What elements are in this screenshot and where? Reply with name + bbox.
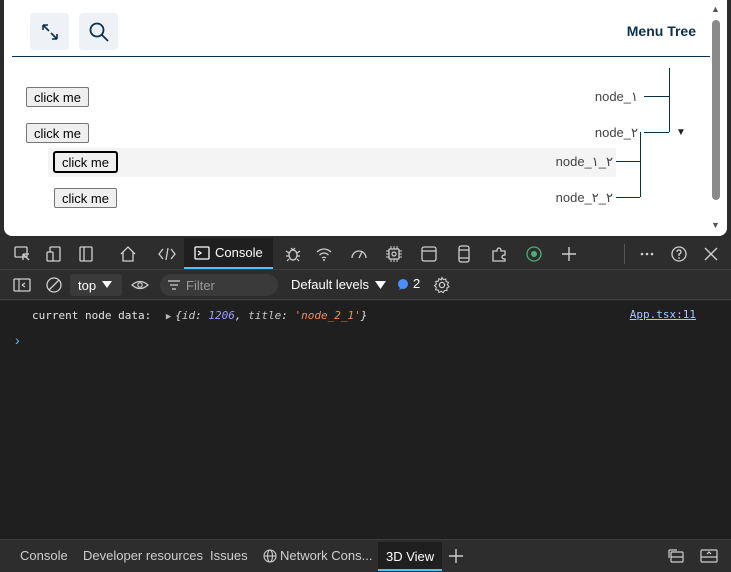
dropdown-arrow-icon [102, 281, 113, 288]
drawer-tab-console[interactable]: Console [20, 548, 68, 563]
node-2-1-click-button[interactable]: click me [53, 151, 118, 173]
tree-connector [616, 161, 640, 162]
tree-connector [644, 132, 669, 133]
context-select-value: top [78, 277, 97, 293]
node-2-2-click-button[interactable]: click me [54, 188, 117, 208]
log-levels-label: Default levels [291, 277, 370, 292]
node-2-click-button[interactable]: click me [26, 123, 89, 143]
close-drawer-icon[interactable] [699, 546, 719, 566]
tree-node-1[interactable]: node_١ [595, 89, 638, 105]
log-value-id: 1206 [208, 309, 235, 322]
react-devtools-icon[interactable] [524, 244, 544, 264]
devtools-drawer-tabs: Console Developer resources Issues Netwo… [0, 539, 731, 572]
extensions-puzzle-icon[interactable] [489, 244, 509, 264]
help-icon[interactable] [669, 244, 689, 264]
tree-connector [669, 68, 670, 132]
console-filter-input[interactable]: Filter [160, 274, 278, 296]
drawer-tab-developer-resources[interactable]: Developer resources [83, 548, 203, 563]
expand-button[interactable] [30, 13, 69, 50]
log-object-preview[interactable]: {id: 1206, title: 'node_2_1'} [175, 309, 367, 322]
performance-gauge-icon[interactable] [349, 244, 369, 264]
filter-icon [168, 280, 180, 290]
search-button[interactable] [79, 13, 118, 50]
scroll-down-icon[interactable]: ▼ [711, 220, 720, 230]
inspect-element-icon[interactable] [12, 244, 32, 264]
drawer-tab-issues[interactable]: Issues [210, 548, 248, 563]
expand-icon [41, 23, 58, 40]
tree-node-2-2[interactable]: node_٢_٢ [556, 190, 613, 206]
expand-object-icon[interactable]: ▶ [166, 312, 171, 322]
menu-tree-title: Menu Tree [626, 23, 696, 39]
add-drawer-tab-plus-icon[interactable] [446, 546, 466, 566]
console-settings-gear-icon[interactable] [432, 275, 452, 295]
tree-node-2[interactable]: node_٢ [595, 125, 638, 141]
tree-connector [644, 96, 669, 97]
more-tools-plus-icon[interactable] [559, 244, 579, 264]
console-filter-bar: top Filter Default levels 2 [0, 270, 731, 300]
clear-console-icon[interactable] [44, 275, 64, 295]
log-message-text: current node data: [32, 309, 152, 322]
console-log-entry[interactable]: current node data: ▶ {id: 1206, title: 'n… [32, 309, 367, 322]
console-icon [194, 245, 210, 260]
globe-icon [263, 548, 277, 563]
search-icon [89, 22, 109, 42]
elements-tab-icon[interactable] [157, 244, 177, 264]
device-emulation-icon[interactable] [44, 244, 64, 264]
drawer-tab-3d-view[interactable]: 3D View [378, 542, 443, 571]
node-1-click-button[interactable]: click me [26, 87, 89, 107]
context-select[interactable]: top [70, 274, 122, 296]
console-sidebar-icon[interactable] [12, 275, 32, 295]
close-devtools-icon[interactable] [701, 244, 721, 264]
scroll-up-icon[interactable]: ▲ [711, 4, 720, 14]
console-output[interactable]: current node data: ▶ {id: 1206, title: 'n… [0, 301, 731, 539]
application-panel-icon[interactable] [419, 244, 439, 264]
welcome-home-icon[interactable] [118, 244, 138, 264]
sidebar-toggle-icon[interactable] [76, 244, 96, 264]
collapse-caret-icon[interactable]: ▼ [676, 127, 686, 138]
log-brace-open: { [175, 309, 182, 322]
live-expression-eye-icon[interactable] [130, 275, 150, 295]
devtools-toolbar: Console [0, 238, 731, 270]
issues-count-value: 2 [413, 276, 421, 291]
selected-row-highlight [48, 148, 616, 177]
issues-counter[interactable]: 2 [397, 276, 420, 291]
log-source-link[interactable]: App.tsx:11 [630, 308, 696, 321]
console-prompt-chevron-icon[interactable]: › [15, 332, 20, 348]
network-wifi-icon[interactable] [314, 244, 334, 264]
tree-node-2-1[interactable]: node_٢_١ [556, 154, 613, 170]
log-key-id: id [181, 309, 196, 322]
tab-console[interactable]: Console [184, 238, 273, 269]
more-options-icon[interactable] [637, 244, 657, 264]
log-key-title: title [248, 309, 282, 322]
sources-debug-icon[interactable] [283, 244, 303, 264]
dropdown-arrow-icon [375, 280, 387, 289]
scrollbar-thumb[interactable] [712, 20, 720, 200]
device-phone-icon[interactable] [454, 244, 474, 264]
tab-console-label: Console [215, 245, 263, 260]
drawer-tab-network-console[interactable]: Network Cons... [263, 548, 372, 563]
header-divider [12, 56, 710, 57]
tree-connector [616, 197, 640, 198]
toolbar-divider [624, 244, 625, 264]
page-scrollbar[interactable]: ▲ ▼ [709, 0, 723, 236]
page-viewport: Menu Tree click me click me click me cli… [4, 0, 727, 236]
memory-chip-icon[interactable] [384, 244, 404, 264]
log-value-title: 'node_2_1' [294, 309, 361, 322]
tree-connector [640, 132, 641, 197]
log-brace-close: } [360, 309, 368, 322]
filter-placeholder: Filter [186, 277, 215, 293]
log-levels-dropdown[interactable]: Default levels [291, 277, 387, 292]
dock-drawer-icon[interactable] [666, 546, 686, 566]
drawer-tab-network-console-label: Network Cons... [280, 548, 373, 563]
issue-message-icon [398, 278, 408, 290]
